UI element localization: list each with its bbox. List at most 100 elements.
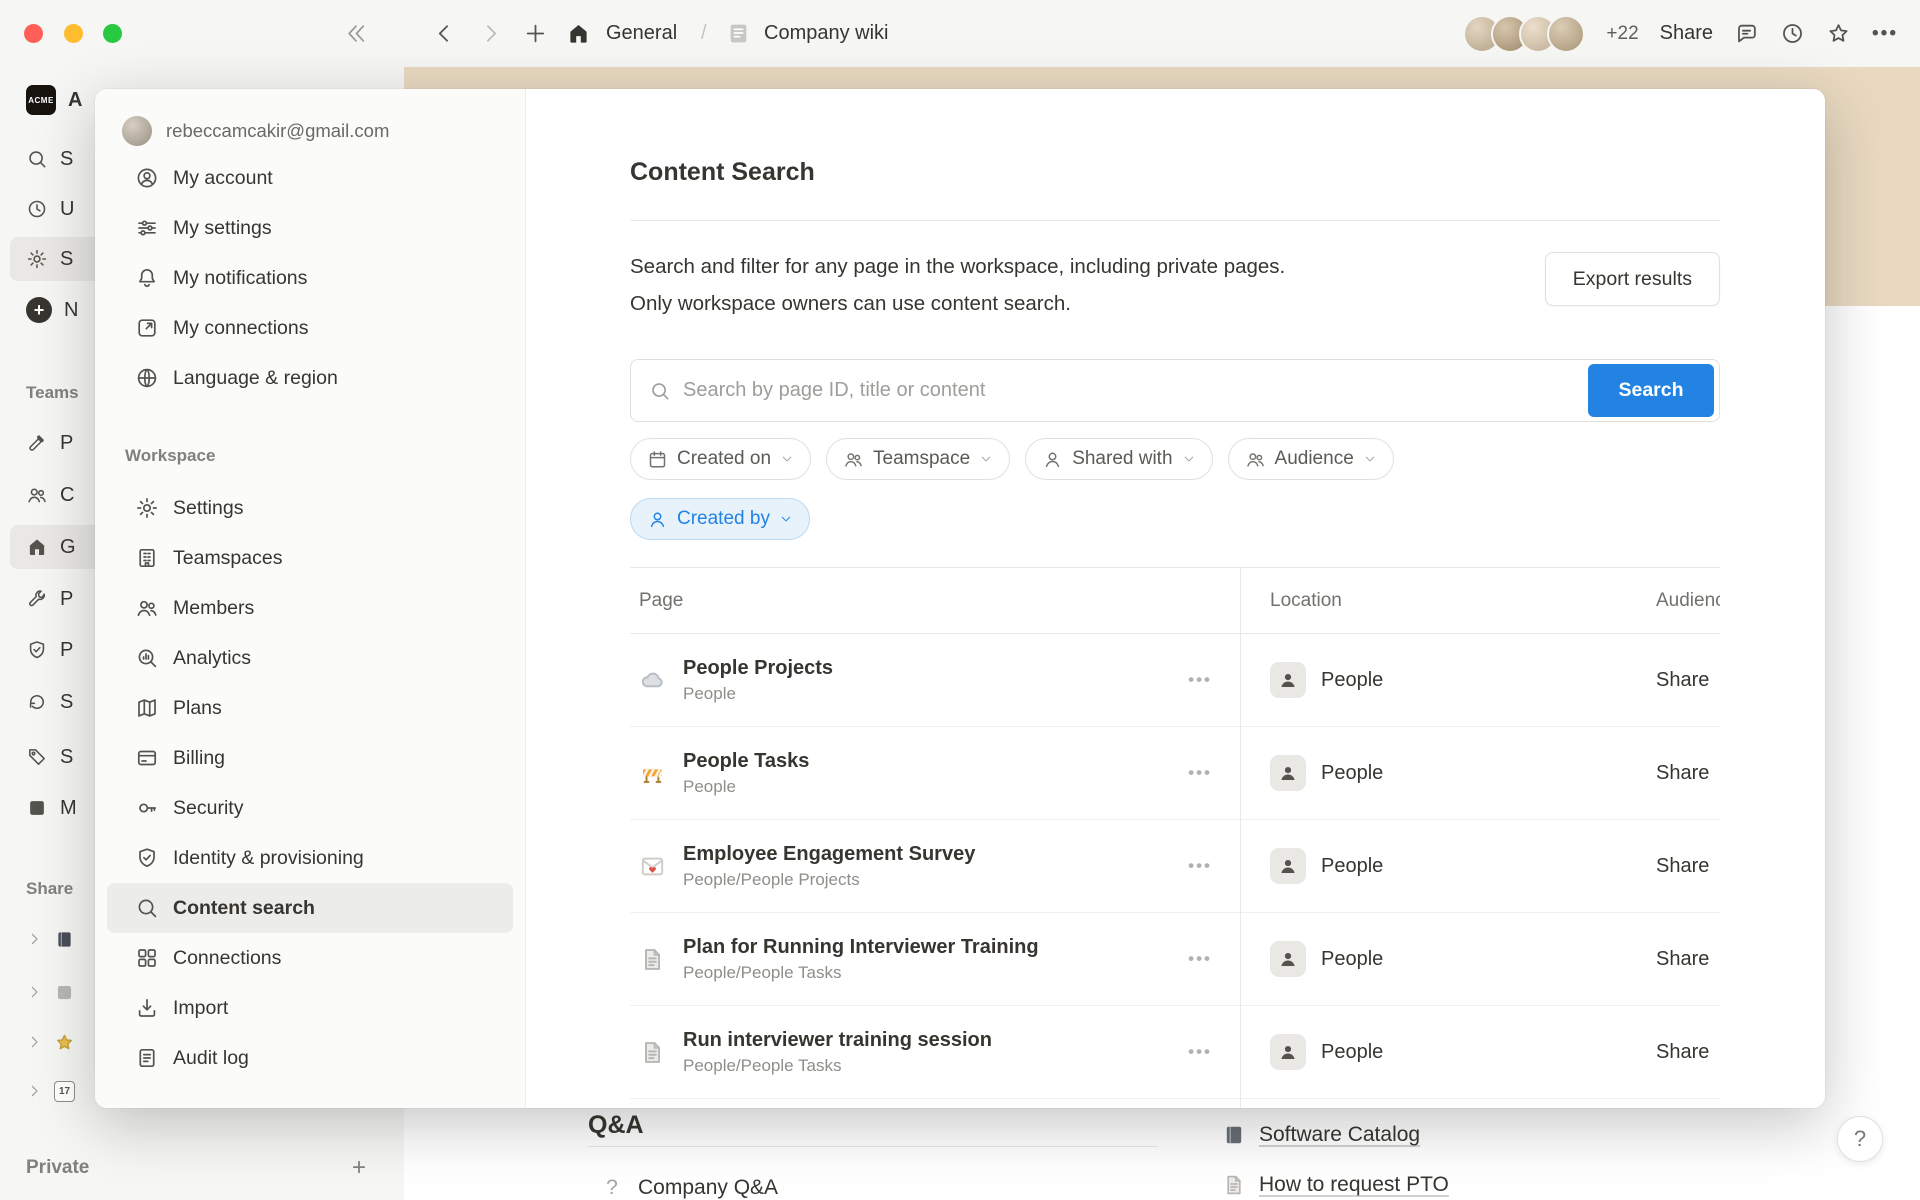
settings-nav-members[interactable]: Members [107, 583, 513, 633]
search-icon [649, 380, 671, 402]
share-button[interactable]: Share [1660, 22, 1713, 45]
avatars-overflow-count[interactable]: +22 [1606, 23, 1638, 45]
table-row[interactable]: Run interviewer training session People/… [630, 1006, 1720, 1099]
search-input[interactable] [683, 379, 1719, 402]
settings-nav-identity-provisioning[interactable]: Identity & provisioning [107, 833, 513, 883]
user-circle-icon [135, 166, 159, 190]
settings-nav-connections[interactable]: Connections [107, 933, 513, 983]
favorite-icon[interactable] [1826, 21, 1851, 46]
settings-nav-audit-log[interactable]: Audit log [107, 1033, 513, 1083]
close-window-button[interactable] [24, 24, 43, 43]
updates-icon[interactable] [1780, 21, 1805, 46]
forward-icon[interactable] [478, 21, 503, 46]
clock-icon [26, 198, 48, 220]
settings-nav-security[interactable]: Security [107, 783, 513, 833]
settings-nav-billing[interactable]: Billing [107, 733, 513, 783]
audit-log-icon [135, 1046, 159, 1070]
filter-audience[interactable]: Audience [1228, 438, 1394, 480]
external-link-icon [135, 316, 159, 340]
question-page-icon: ? [600, 1176, 624, 1200]
page-link-company-qa[interactable]: ? Company Q&A [600, 1166, 778, 1200]
gear-icon [135, 496, 159, 520]
chevron-down-icon [979, 452, 993, 466]
search-button[interactable]: Search [1588, 364, 1714, 417]
page-title: Employee Engagement Survey [683, 843, 975, 866]
box-icon [26, 797, 48, 819]
chevron-right-icon [26, 1083, 42, 1099]
settings-nav-my-connections[interactable]: My connections [107, 303, 513, 353]
workspace-section-heading: Workspace [95, 441, 525, 471]
comments-icon[interactable] [1734, 21, 1759, 46]
private-section[interactable]: Private + [10, 1146, 394, 1190]
help-button[interactable]: ? [1837, 1116, 1883, 1162]
star-icon [54, 1032, 75, 1053]
row-menu-button[interactable]: ••• [1188, 1042, 1212, 1062]
export-results-button[interactable]: Export results [1545, 252, 1720, 306]
filter-shared-with[interactable]: Shared with [1025, 438, 1212, 480]
share-section-label[interactable]: Share [26, 877, 73, 901]
table-row[interactable]: People Tasks People ••• People Share [630, 727, 1720, 820]
page-link-software-catalog[interactable]: Software Catalog [1222, 1113, 1420, 1157]
minimize-window-button[interactable] [64, 24, 83, 43]
table-row[interactable]: Employee Engagement Survey People/People… [630, 820, 1720, 913]
page-cell: People Tasks People ••• [630, 727, 1240, 819]
filter-created-on[interactable]: Created on [630, 438, 811, 480]
filter-label: Audience [1275, 448, 1354, 470]
table-row[interactable]: Plan for Running Interviewer Training Pe… [630, 913, 1720, 1006]
settings-nav-my-settings[interactable]: My settings [107, 203, 513, 253]
table-header: Page Location Audience [630, 568, 1720, 634]
breadcrumb-page[interactable]: Company wiki [764, 0, 888, 67]
page-link-label: Software Catalog [1259, 1123, 1420, 1147]
page-title: Content Search [630, 158, 815, 187]
zoom-window-button[interactable] [103, 24, 122, 43]
key-icon [135, 796, 159, 820]
settings-nav-my-notifications[interactable]: My notifications [107, 253, 513, 303]
settings-nav-teamspaces[interactable]: Teamspaces [107, 533, 513, 583]
filter-created-by[interactable]: Created by [630, 498, 810, 540]
settings-nav-content-search[interactable]: Content search [107, 883, 513, 933]
breadcrumb-section[interactable]: General [606, 0, 677, 67]
table-row[interactable]: People Projects People ••• People Share [630, 634, 1720, 727]
results-table: Page Location Audience People Projects P… [630, 567, 1720, 1108]
hammer-icon [26, 432, 48, 454]
chevron-down-icon [1363, 452, 1377, 466]
page-path: People [683, 777, 809, 797]
page-link-how-to-request-pto[interactable]: How to request PTO [1222, 1163, 1449, 1200]
collapse-sidebar-icon[interactable] [344, 21, 369, 46]
settings-nav-analytics[interactable]: Analytics [107, 633, 513, 683]
plus-icon: + [26, 297, 52, 323]
teams-section-label[interactable]: Teams [26, 381, 79, 405]
nav-label: Language & region [173, 367, 338, 390]
column-header-audience: Audience [1656, 590, 1720, 612]
collaborator-avatars[interactable] [1435, 15, 1585, 53]
sidebar-label: S [60, 691, 73, 714]
filter-teamspace[interactable]: Teamspace [826, 438, 1010, 480]
settings-nav-my-account[interactable]: My account [107, 153, 513, 203]
new-tab-icon[interactable] [523, 21, 548, 46]
teamspace-badge [1270, 941, 1306, 977]
add-private-page-button[interactable]: + [352, 1154, 366, 1182]
row-menu-button[interactable]: ••• [1188, 856, 1212, 876]
sliders-icon [135, 216, 159, 240]
person-icon [1277, 1041, 1299, 1063]
settings-nav-language-region[interactable]: Language & region [107, 353, 513, 403]
back-icon[interactable] [432, 21, 457, 46]
settings-dialog: rebeccamcakir@gmail.com My account My se… [95, 89, 1825, 1108]
filter-label: Shared with [1072, 448, 1172, 470]
sidebar-label: N [64, 299, 78, 322]
settings-nav-import[interactable]: Import [107, 983, 513, 1033]
app-window: ACME A S U S + N Teams P C G [0, 0, 1920, 1200]
bell-icon [135, 266, 159, 290]
row-menu-button[interactable]: ••• [1188, 670, 1212, 690]
nav-label: Identity & provisioning [173, 847, 364, 870]
document-page-icon [639, 1039, 666, 1066]
nav-label: Billing [173, 747, 225, 770]
row-menu-button[interactable]: ••• [1188, 763, 1212, 783]
page-link-label: Company Q&A [638, 1176, 778, 1200]
sidebar-label: C [60, 484, 74, 507]
settings-nav-plans[interactable]: Plans [107, 683, 513, 733]
row-menu-button[interactable]: ••• [1188, 949, 1212, 969]
more-options-button[interactable]: ••• [1872, 23, 1898, 45]
filter-label: Teamspace [873, 448, 970, 470]
settings-nav-settings[interactable]: Settings [107, 483, 513, 533]
